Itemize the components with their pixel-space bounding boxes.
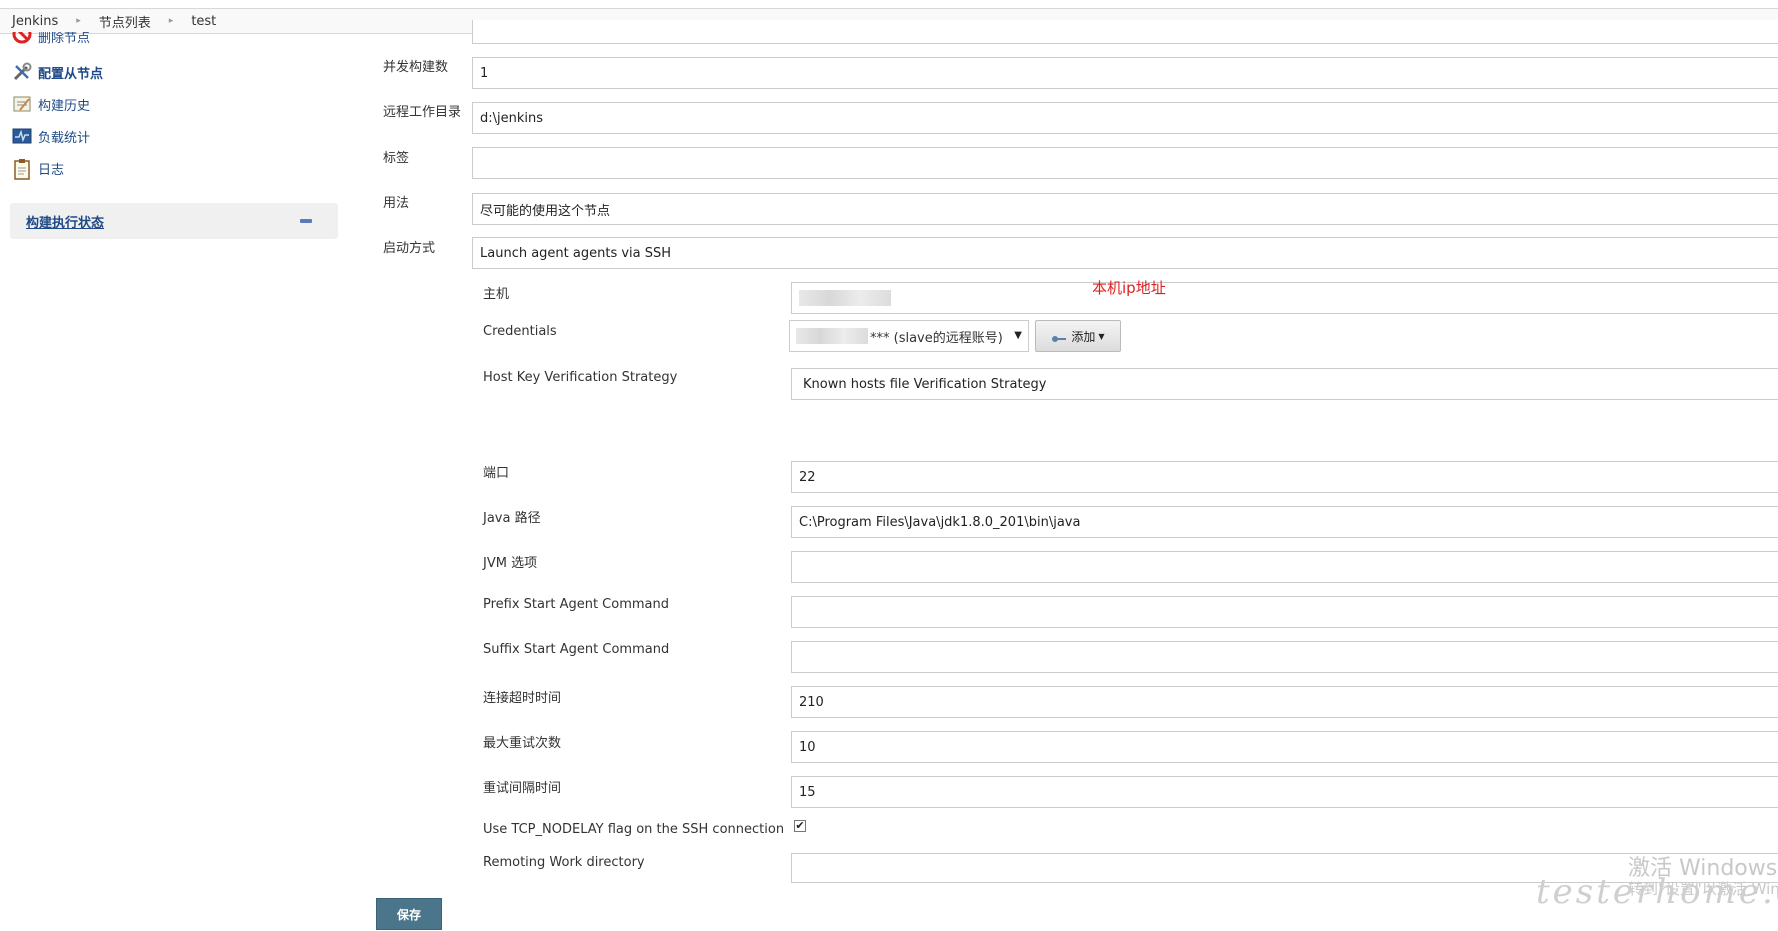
jvm-options-label: JVM 选项 [483,556,538,571]
timeout-value: 210 [799,694,824,710]
sidebar-label-load-stats: 负载统计 [38,130,91,146]
max-retries-input[interactable]: 10 [791,731,1778,763]
sidebar-label-configure: 配置从节点 [38,66,104,82]
port-label: 端口 [483,466,510,481]
executor-status-link[interactable]: 构建执行状态 [26,212,104,231]
usage-select[interactable]: 尽可能的使用这个节点 [472,193,1778,225]
load-stats-icon [12,126,32,146]
port-value: 22 [799,469,816,485]
host-input[interactable] [791,282,1778,314]
host-key-select[interactable]: Known hosts file Verification Strategy [791,368,1778,400]
remoting-dir-label: Remoting Work directory [483,855,645,870]
chevron-right-icon: ▸ [76,16,81,26]
sidebar-item-build-history[interactable]: 构建历史 [12,94,90,114]
usage-value: 尽可能的使用这个节点 [480,203,611,219]
log-icon [12,158,32,180]
breadcrumb-test[interactable]: test [191,14,216,29]
host-label: 主机 [483,287,510,302]
remote-dir-input[interactable]: d:\jenkins [472,102,1778,134]
credentials-select[interactable]: *** (slave的远程账号) ▼ [789,320,1029,352]
credentials-label: Credentials [483,324,557,339]
retry-wait-value: 15 [799,784,816,800]
blurred-username [796,328,868,344]
delete-icon [12,32,32,48]
usage-label: 用法 [383,196,410,211]
executors-input[interactable]: 1 [472,57,1778,89]
labels-label: 标签 [383,151,410,166]
chevron-right-icon: ▸ [168,16,174,26]
retry-wait-input[interactable]: 15 [791,776,1778,808]
executors-label: 并发构建数 [383,60,449,75]
max-retries-value: 10 [799,739,816,755]
build-history-icon [12,94,32,114]
launch-value: Launch agent agents via SSH [480,245,672,261]
port-input[interactable]: 22 [791,461,1778,493]
remote-dir-label: 远程工作目录 [383,105,462,120]
add-credentials-button[interactable]: 添加 ▼ [1035,320,1121,352]
tcp-nodelay-label: Use TCP_NODELAY flag on the SSH connecti… [483,822,785,837]
host-key-value: Known hosts file Verification Strategy [803,376,1047,392]
sidebar-label-log: 日志 [38,162,65,178]
jvm-options-input[interactable] [791,551,1778,583]
sidebar-item-load-stats[interactable]: 负载统计 [12,126,90,146]
key-icon [1051,332,1067,342]
save-button[interactable]: 保存 [376,898,442,930]
retry-wait-label: 重试间隔时间 [483,781,562,796]
host-key-label: Host Key Verification Strategy [483,370,678,385]
credentials-value: *** (slave的远程账号) [870,330,1003,346]
executor-status-panel: 构建执行状态 [10,203,338,239]
sidebar-item-configure[interactable]: 配置从节点 [12,62,103,82]
breadcrumb-nodes[interactable]: 节点列表 [99,12,151,31]
java-path-label: Java 路径 [483,511,541,526]
launch-select[interactable]: Launch agent agents via SSH [472,237,1778,269]
timeout-label: 连接超时时间 [483,691,562,706]
blurred-host [799,290,891,306]
remote-dir-value: d:\jenkins [480,110,544,126]
tcp-nodelay-checkbox[interactable]: ✔ [794,820,806,832]
host-annotation: 本机ip地址 [1092,279,1166,297]
java-path-value: C:\Program Files\Java\jdk1.8.0_201\bin\j… [799,514,1081,530]
breadcrumb-jenkins[interactable]: Jenkins [12,14,58,29]
timeout-input[interactable]: 210 [791,686,1778,718]
java-path-input[interactable]: C:\Program Files\Java\jdk1.8.0_201\bin\j… [791,506,1778,538]
top-bar [0,0,1778,8]
field-above[interactable] [472,20,1778,44]
sidebar-label-delete: 删除节点 [38,32,91,46]
max-retries-label: 最大重试次数 [483,736,562,751]
sidebar-item-log[interactable]: 日志 [12,158,65,180]
sidebar-item-delete[interactable]: 删除节点 [12,32,90,48]
add-button-label: 添加 [1071,329,1096,344]
prefix-command-input[interactable] [791,596,1778,628]
prefix-command-label: Prefix Start Agent Command [483,597,669,612]
collapse-icon[interactable] [300,219,312,223]
launch-label: 启动方式 [383,241,436,256]
configure-icon [12,62,32,82]
suffix-command-label: Suffix Start Agent Command [483,642,670,657]
suffix-command-input[interactable] [791,641,1778,673]
executors-value: 1 [480,65,489,81]
labels-input[interactable] [472,147,1778,179]
site-watermark: testerhome.com [1536,872,1778,912]
dropdown-arrow-icon: ▼ [1014,330,1022,341]
caret-down-icon: ▼ [1098,331,1105,341]
sidebar-label-build-history: 构建历史 [38,98,91,114]
